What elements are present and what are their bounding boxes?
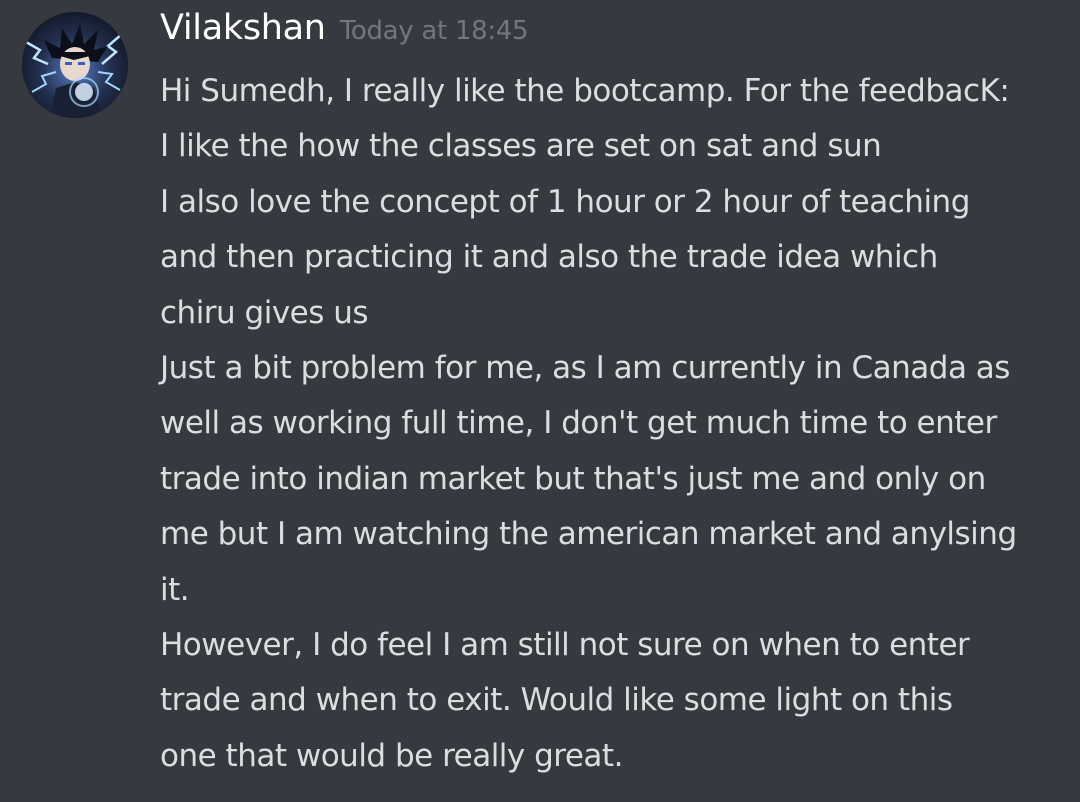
avatar-image	[22, 12, 128, 118]
message-line: it.	[160, 571, 190, 608]
message-line: However, I do feel I am still not sure o…	[160, 626, 970, 663]
message-line: I also love the concept of 1 hour or 2 h…	[160, 183, 970, 220]
message-content: Hi Sumedh, I really like the bootcamp. F…	[160, 64, 1070, 784]
message-line: well as working full time, I don't get m…	[160, 405, 997, 442]
message-line: chiru gives us	[160, 294, 369, 331]
message-header: Vilakshan Today at 18:45	[160, 8, 529, 62]
author-username[interactable]: Vilakshan	[160, 8, 326, 48]
message-line: one that would be really great.	[160, 737, 623, 774]
message-line: Hi Sumedh, I really like the bootcamp. F…	[160, 73, 1010, 109]
message-timestamp: Today at 18:45	[339, 16, 529, 46]
message-line: Just a bit problem for me, as I am curre…	[160, 349, 1010, 386]
chat-message: Vilakshan Today at 18:45 Hi Sumedh, I rea…	[0, 0, 1080, 802]
message-line: and then practicing it and also the trad…	[160, 239, 938, 276]
message-line: me but I am watching the american market…	[160, 516, 1017, 553]
user-avatar[interactable]	[22, 12, 128, 118]
message-line: trade and when to exit. Would like some …	[160, 682, 953, 719]
message-line: trade into indian market but that's just…	[160, 460, 986, 497]
message-line: I like the how the classes are set on sa…	[160, 128, 882, 165]
